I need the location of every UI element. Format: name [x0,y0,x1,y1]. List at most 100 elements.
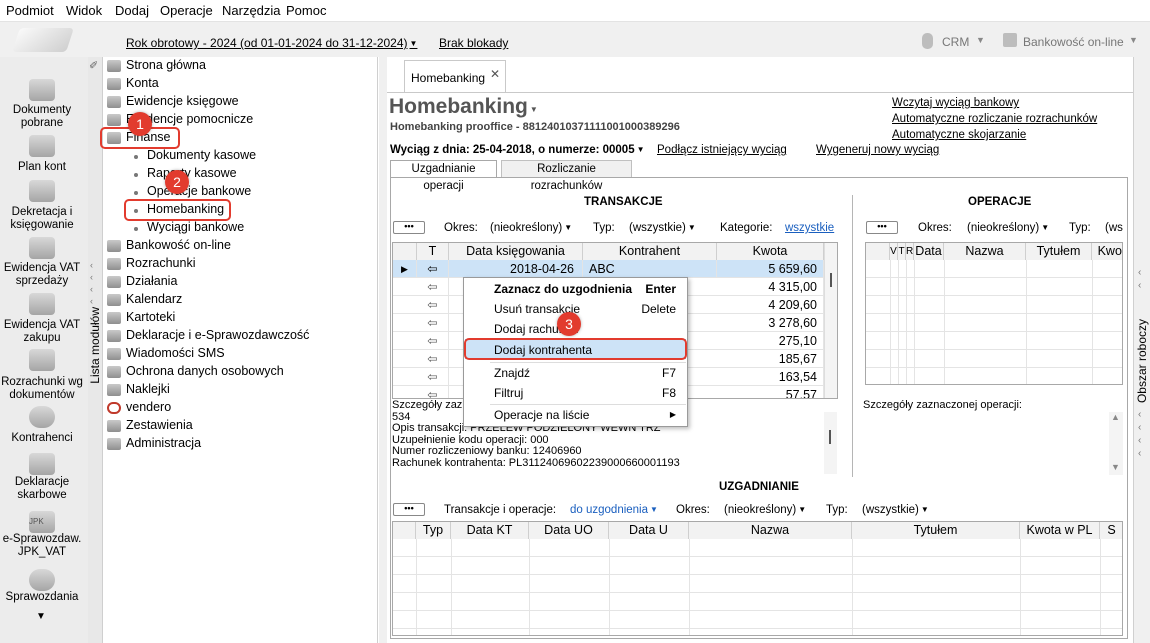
tree-kartoteki[interactable]: Kartoteki [126,310,175,324]
shortcut-plan-kont[interactable]: Plan kont [0,161,84,174]
tree-rozrachunki[interactable]: Rozrachunki [126,256,195,270]
col-header-data[interactable]: Data księgowania [449,243,583,260]
col-header-t[interactable]: T [417,243,449,260]
col-header-data-u[interactable]: Data U [609,522,689,539]
subtab-uzgadnianie[interactable]: Uzgadnianie operacji [390,160,497,192]
kategorie-link[interactable]: wszystkie [785,222,834,234]
col-header-data[interactable]: Data [914,243,944,260]
transakcje-more-button[interactable]: ••• [393,221,425,234]
tree-administracja[interactable]: Administracja [126,436,201,450]
col-header-tytulem[interactable]: Tytułem [852,522,1020,539]
auto-settle-link[interactable]: Automatyczne rozliczanie rozrachunków [892,113,1097,125]
crm-chevron-down-icon[interactable]: ▼ [976,35,985,45]
typ-select[interactable]: (ws [1105,222,1123,234]
details-scrollbar[interactable] [824,412,837,474]
menu-item-znajdz[interactable]: Znajdź F7 [465,363,686,383]
okres-select[interactable]: (nieokreślony) [490,222,572,234]
shortcut-vat-zakupu[interactable]: Ewidencja VAT zakupu [0,319,84,345]
menu-widok[interactable]: Widok [66,3,102,18]
shortcut-sprawozdania[interactable]: Sprawozdania [0,591,84,604]
expand-chevron-icon[interactable]: ‹ [1138,448,1141,459]
scrollbar-thumb[interactable] [829,430,831,444]
expand-chevron-icon[interactable]: ‹ [1138,409,1141,420]
tr-select[interactable]: do uzgodnienia [570,504,658,516]
col-header-kwota[interactable]: Kwot [1092,243,1122,260]
close-icon[interactable]: ✕ [490,67,500,81]
col-header-t[interactable]: T [898,243,906,260]
tree-deklaracje[interactable]: Deklaracje i e-Sprawozdawczość [126,328,309,342]
col-header-kontrahent[interactable]: Kontrahent [583,243,717,260]
shortcut-jpk-vat[interactable]: e-Sprawozdaw. JPK_VAT [0,533,84,559]
shortcut-dekretacja[interactable]: Dekretacja i księgowanie [0,206,84,232]
shortcut-deklaracje[interactable]: Deklaracje skarbowe [0,476,84,502]
collapse-chevron-icon[interactable]: ‹ [90,260,93,270]
tree-konta[interactable]: Konta [126,76,159,90]
menu-podmiot[interactable]: Podmiot [6,3,54,18]
tree-bankowosc[interactable]: Bankowość on-line [126,238,231,252]
scroll-up-icon[interactable]: ▲ [1111,412,1120,422]
col-header-data-uo[interactable]: Data UO [529,522,609,539]
okres-select[interactable]: (nieokreślony) [967,222,1049,234]
expand-chevron-icon[interactable]: ‹ [1138,435,1141,446]
tree-kalendarz[interactable]: Kalendarz [126,292,182,306]
tree-ewidencje-ksiegowe[interactable]: Ewidencje księgowe [126,94,239,108]
fiscal-year-select[interactable]: Rok obrotowy - 2024 (od 01-01-2024 do 31… [126,36,417,50]
col-header-s[interactable]: S [1100,522,1122,539]
scroll-down-icon[interactable]: ▼ [1111,462,1120,472]
crm-button[interactable]: CRM [942,35,969,49]
statement-select[interactable]: Wyciąg z dnia: 25-04-2018, o numerze: 00… [390,144,645,156]
tree-dzialania[interactable]: Działania [126,274,177,288]
collapse-chevron-icon[interactable]: ‹ [90,272,93,282]
typ-select[interactable]: (wszystkie) [862,504,929,516]
generate-statement-link[interactable]: Wygeneruj nowy wyciąg [816,144,939,156]
pin-icon[interactable]: ✐ [89,59,98,72]
tree-dokumenty-kasowe[interactable]: Dokumenty kasowe [147,148,256,162]
workspace-strip[interactable]: ‹ ‹ Obszar roboczy ‹ ‹ ‹ ‹ [1133,57,1150,643]
collapse-chevron-icon[interactable]: ‹ [90,296,93,306]
expand-chevron-icon[interactable]: ‹ [1138,422,1141,433]
auto-match-link[interactable]: Automatyczne skojarzanie [892,129,1026,141]
menu-item-zaznacz[interactable]: Zaznacz do uzgodnienia Enter [465,279,686,299]
okres-select[interactable]: (nieokreślony) [724,504,806,516]
col-header-typ[interactable]: Typ [416,522,451,539]
collapse-chevron-icon[interactable]: ‹ [90,284,93,294]
page-title[interactable]: Homebanking [389,95,538,119]
shortcut-kontrahenci[interactable]: Kontrahenci [0,432,84,445]
col-header-v[interactable]: V [890,243,898,260]
lock-status-link[interactable]: Brak blokady [439,36,508,50]
splitter[interactable] [379,57,387,643]
expand-chevron-icon[interactable]: ‹ [1138,280,1141,291]
attach-statement-link[interactable]: Podłącz istniejący wyciąg [657,144,787,156]
tree-strona-glowna[interactable]: Strona główna [126,58,206,72]
load-statement-link[interactable]: Wczytaj wyciąg bankowy [892,97,1019,109]
shortcut-vat-sprzedazy[interactable]: Ewidencja VAT sprzedaży [0,262,84,288]
col-header-tytulem[interactable]: Tytułem [1026,243,1092,260]
expand-chevron-icon[interactable]: ‹ [1138,267,1141,278]
col-header-kwota[interactable]: Kwota [717,243,824,260]
tree-wyciagi-bankowe[interactable]: Wyciągi bankowe [147,220,244,234]
tree-raporty-kasowe[interactable]: Raporty kasowe [147,166,237,180]
scroll-down-icon[interactable]: ▼ [36,611,46,622]
shortcut-dokumenty[interactable]: Dokumenty pobrane [0,104,84,130]
col-header-data-kt[interactable]: Data KT [451,522,529,539]
scrollbar-thumb[interactable] [830,273,832,287]
menu-operacje[interactable]: Operacje [160,3,213,18]
operacje-details-scrollbar[interactable]: ▲ ▼ [1109,412,1123,475]
menu-item-operacje-na-liscie[interactable]: Operacje na liście ▶ [465,405,686,425]
shortcut-rozrachunki[interactable]: Rozrachunki wg dokumentów [0,376,84,402]
col-header-r[interactable]: R [906,243,914,260]
bank-chevron-down-icon[interactable]: ▼ [1129,35,1138,45]
menu-dodaj[interactable]: Dodaj [115,3,149,18]
operacje-more-button[interactable]: ••• [866,221,898,234]
subtab-rozliczanie[interactable]: Rozliczanie rozrachunków [501,160,632,192]
bank-online-button[interactable]: Bankowość on-line [1023,35,1124,49]
tree-sms[interactable]: Wiadomości SMS [126,346,225,360]
menu-narzedzia[interactable]: Narzędzia [222,3,281,18]
uzgadnianie-more-button[interactable]: ••• [393,503,425,516]
tree-ochrona[interactable]: Ochrona danych osobowych [126,364,284,378]
col-header-nazwa[interactable]: Nazwa [944,243,1026,260]
col-header-kwota-pl[interactable]: Kwota w PL [1020,522,1100,539]
tree-vendero[interactable]: vendero [126,400,171,414]
tree-naklejki[interactable]: Naklejki [126,382,170,396]
col-header-nazwa[interactable]: Nazwa [689,522,852,539]
